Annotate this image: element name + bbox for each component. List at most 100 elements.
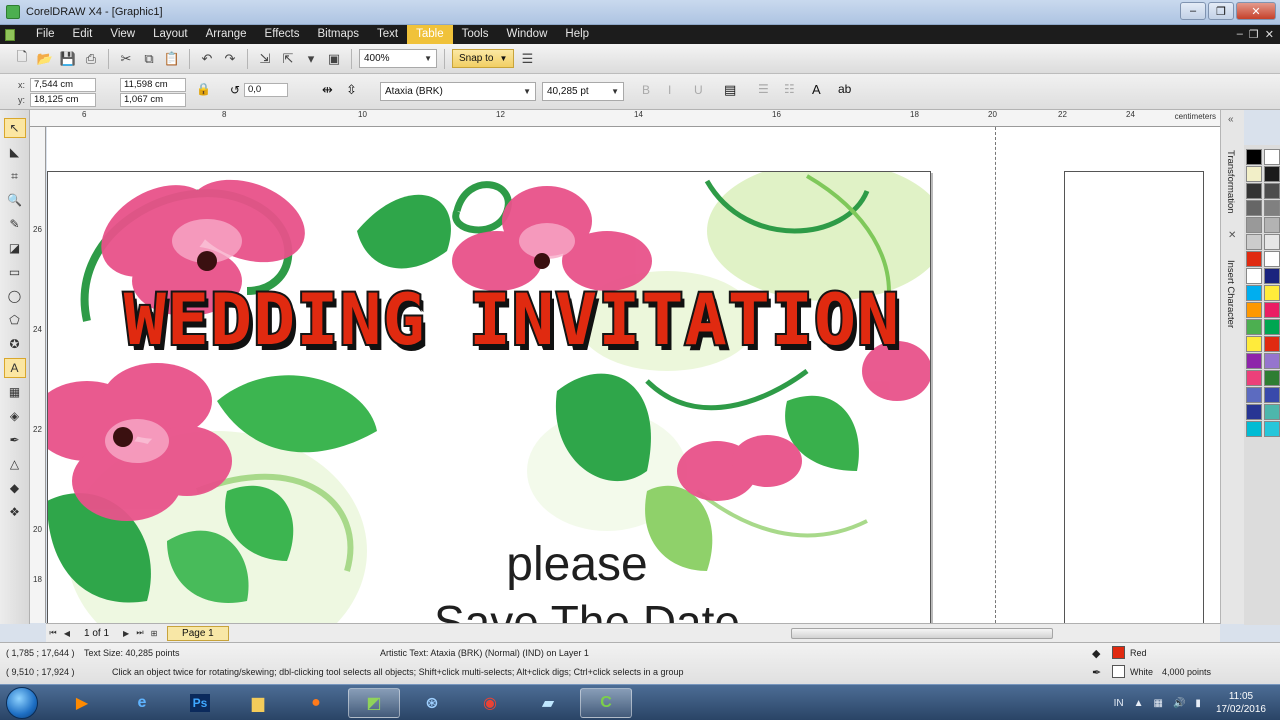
coreldraw-task-icon[interactable]: ◩ xyxy=(348,688,400,718)
smart-fill-tool-icon[interactable]: ◪ xyxy=(4,238,26,258)
palette-swatch[interactable] xyxy=(1264,251,1280,267)
width-field[interactable]: 11,598 cm xyxy=(120,78,186,92)
palette-swatch[interactable] xyxy=(1246,166,1262,182)
font-list-combo[interactable]: Ataxia (BRK) ▼ xyxy=(380,82,536,101)
palette-swatch[interactable] xyxy=(1264,336,1280,352)
freehand-tool-icon[interactable]: ✎ xyxy=(4,214,26,234)
drop-cap-icon[interactable]: ☷ xyxy=(784,82,795,96)
zoom-levels-combo[interactable]: 400% ▼ xyxy=(359,49,437,68)
language-indicator[interactable]: IN xyxy=(1114,698,1124,709)
palette-swatch[interactable] xyxy=(1246,387,1262,403)
menu-layout[interactable]: Layout xyxy=(144,25,197,44)
page-tab-1[interactable]: Page 1 xyxy=(167,625,229,641)
x-position-field[interactable]: 7,544 cm xyxy=(30,78,96,92)
palette-swatch[interactable] xyxy=(1264,183,1280,199)
zoom-tool-icon[interactable]: 🔍 xyxy=(4,190,26,210)
paste-icon[interactable]: 📋 xyxy=(162,49,182,69)
palette-swatch[interactable] xyxy=(1246,149,1262,165)
save-the-date-text[interactable]: Save The Date xyxy=(377,595,797,623)
file-explorer-icon[interactable]: ▆ xyxy=(232,688,284,718)
notes-app-icon[interactable]: ▰ xyxy=(522,688,574,718)
menu-table[interactable]: Table xyxy=(407,25,453,44)
palette-swatch[interactable] xyxy=(1264,217,1280,233)
font-size-combo[interactable]: 40,285 pt ▼ xyxy=(542,82,624,101)
palette-swatch[interactable] xyxy=(1246,353,1262,369)
mirror-horizontal-icon[interactable]: ⇹ xyxy=(322,82,333,98)
menu-view[interactable]: View xyxy=(101,25,144,44)
pick-tool-icon[interactable]: ↖ xyxy=(3,118,26,138)
palette-swatch[interactable] xyxy=(1264,149,1280,165)
battery-icon[interactable]: ▮ xyxy=(1195,698,1201,709)
close-button[interactable]: ✕ xyxy=(1236,2,1276,20)
docker-tab-insert-character[interactable]: Insert Character xyxy=(1225,260,1236,328)
table-tool-icon[interactable]: ▦ xyxy=(4,382,26,402)
menu-tools[interactable]: Tools xyxy=(453,25,498,44)
outline-tool-icon[interactable]: △ xyxy=(4,454,26,474)
palette-swatch[interactable] xyxy=(1264,166,1280,182)
rectangle-tool-icon[interactable]: ▭ xyxy=(4,262,26,282)
menu-bitmaps[interactable]: Bitmaps xyxy=(308,25,368,44)
volume-icon[interactable]: 🔊 xyxy=(1173,698,1185,709)
outline-color-swatch[interactable] xyxy=(1112,665,1125,678)
italic-icon[interactable]: I xyxy=(668,83,671,97)
palette-swatch[interactable] xyxy=(1246,319,1262,335)
lock-ratio-icon[interactable]: 🔒 xyxy=(196,82,211,96)
clock[interactable]: 11:05 17/02/2016 xyxy=(1216,690,1266,716)
previous-page-icon[interactable]: ◀ xyxy=(60,626,74,640)
undo-icon[interactable]: ↶ xyxy=(197,49,217,69)
start-button[interactable] xyxy=(6,687,38,719)
fill-tool-icon[interactable]: ◆ xyxy=(4,478,26,498)
palette-swatch[interactable] xyxy=(1264,421,1280,437)
text-align-icon[interactable]: ▤ xyxy=(724,82,736,98)
application-launcher-icon[interactable]: ▾ xyxy=(301,49,321,69)
basic-shapes-tool-icon[interactable]: ✪ xyxy=(4,334,26,354)
palette-swatch[interactable] xyxy=(1246,285,1262,301)
coreldraw-document-task-icon[interactable]: C xyxy=(580,688,632,718)
fill-color-swatch[interactable] xyxy=(1112,646,1125,659)
palette-swatch[interactable] xyxy=(1246,302,1262,318)
please-text[interactable]: please xyxy=(427,537,727,592)
redo-icon[interactable]: ↷ xyxy=(220,49,240,69)
chrome-icon[interactable]: ◉ xyxy=(464,688,516,718)
new-document-icon[interactable]: 🗋 xyxy=(12,49,32,69)
palette-swatch[interactable] xyxy=(1264,200,1280,216)
drawing-canvas[interactable]: WEDDING INVITATION please Save The Date xyxy=(47,127,1220,623)
menu-file[interactable]: File xyxy=(27,25,64,44)
y-position-field[interactable]: 18,125 cm xyxy=(30,93,96,107)
firefox-icon[interactable]: ● xyxy=(290,688,342,718)
ellipse-tool-icon[interactable]: ◯ xyxy=(4,286,26,306)
cut-icon[interactable]: ✂ xyxy=(116,49,136,69)
palette-swatch[interactable] xyxy=(1264,268,1280,284)
photoshop-icon[interactable]: Ps xyxy=(174,688,226,718)
print-icon[interactable]: ⎙ xyxy=(81,49,101,69)
palette-swatch[interactable] xyxy=(1264,319,1280,335)
save-icon[interactable]: 💾 xyxy=(58,49,78,69)
menu-help[interactable]: Help xyxy=(556,25,598,44)
docker-close-icon[interactable]: « xyxy=(1228,114,1234,125)
menu-window[interactable]: Window xyxy=(497,25,556,44)
palette-swatch[interactable] xyxy=(1264,404,1280,420)
open-folder-icon[interactable]: 📂 xyxy=(35,49,55,69)
horizontal-scrollbar[interactable] xyxy=(791,628,1053,639)
text-orientation-icon[interactable]: ab xyxy=(838,82,851,96)
eyedropper-tool-icon[interactable]: ✒ xyxy=(4,430,26,450)
palette-swatch[interactable] xyxy=(1246,234,1262,250)
underline-icon[interactable]: U xyxy=(694,83,703,97)
internet-explorer-icon[interactable]: e xyxy=(116,688,168,718)
bullet-list-icon[interactable]: ☰ xyxy=(758,82,769,96)
network-icon[interactable]: ▦ xyxy=(1154,698,1163,709)
palette-swatch[interactable] xyxy=(1246,268,1262,284)
export-icon[interactable]: ⇱ xyxy=(278,49,298,69)
palette-swatch[interactable] xyxy=(1264,370,1280,386)
docker-tab-transformation[interactable]: Transformation xyxy=(1225,150,1236,214)
palette-swatch[interactable] xyxy=(1264,353,1280,369)
media-player-icon[interactable]: ▶ xyxy=(56,688,108,718)
menu-text[interactable]: Text xyxy=(368,25,407,44)
welcome-screen-icon[interactable]: ▣ xyxy=(324,49,344,69)
import-icon[interactable]: ⇲ xyxy=(255,49,275,69)
palette-swatch[interactable] xyxy=(1264,387,1280,403)
snap-to-button[interactable]: Snap to ▼ xyxy=(452,49,515,68)
palette-swatch[interactable] xyxy=(1246,421,1262,437)
add-page-icon[interactable]: ⊞ xyxy=(147,626,161,640)
palette-swatch[interactable] xyxy=(1246,217,1262,233)
